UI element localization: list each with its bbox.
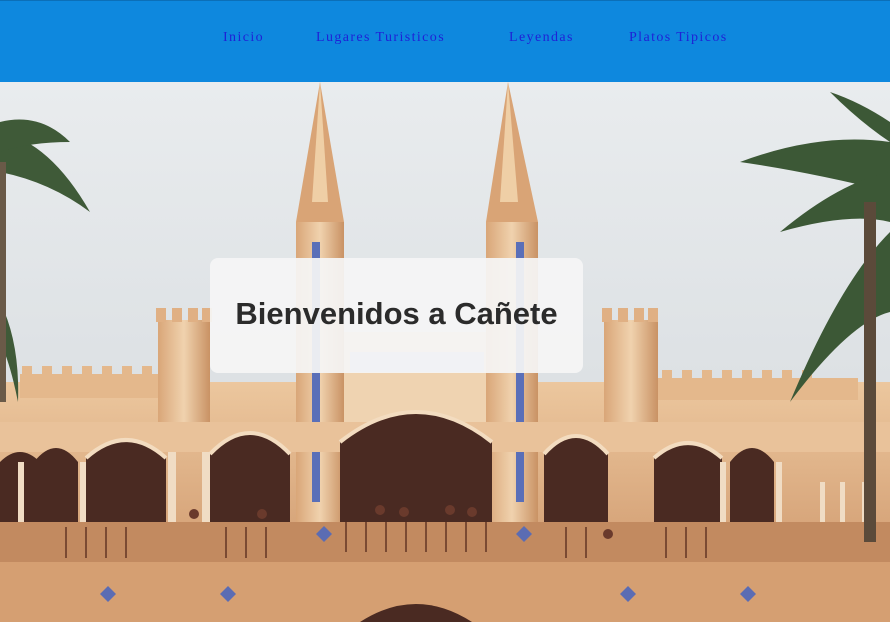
top-navbar: Inicio Lugares Turisticos Leyendas Plato…	[0, 0, 890, 82]
nav-link-platos-tipicos[interactable]: Platos Tipicos	[629, 30, 728, 46]
nav-link-inicio[interactable]: Inicio	[223, 30, 264, 46]
welcome-card: Bienvenidos a Cañete	[210, 258, 583, 373]
nav-link-lugares-turisticos[interactable]: Lugares Turisticos	[316, 30, 445, 46]
nav-link-leyendas[interactable]: Leyendas	[509, 30, 574, 46]
page-title: Bienvenidos a Cañete	[235, 296, 558, 331]
nav-menu: Inicio Lugares Turisticos Leyendas Plato…	[0, 30, 890, 50]
